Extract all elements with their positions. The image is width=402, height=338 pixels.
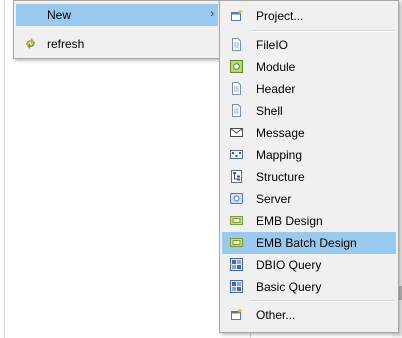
module-icon bbox=[230, 60, 243, 73]
menu-item-label: New bbox=[47, 8, 72, 22]
file-icon bbox=[232, 104, 241, 117]
basic-query-icon bbox=[230, 280, 243, 293]
menu-item-structure[interactable]: Structure bbox=[222, 166, 396, 188]
refresh-icon bbox=[26, 38, 35, 49]
menu-item-new[interactable]: New › bbox=[16, 4, 218, 26]
emb-batch-design-icon bbox=[230, 238, 243, 247]
file-icon bbox=[232, 82, 241, 95]
mapping-icon bbox=[230, 150, 243, 159]
menu-item-mapping[interactable]: Mapping bbox=[222, 144, 396, 166]
menu-item-label: FileIO bbox=[256, 38, 289, 52]
new-submenu: Project... FileIO Module Header Shell Me… bbox=[219, 0, 399, 333]
menu-item-label: Other... bbox=[256, 308, 296, 322]
menu-item-label: refresh bbox=[47, 37, 85, 51]
message-icon bbox=[230, 128, 243, 137]
menu-item-label: Basic Query bbox=[256, 280, 322, 294]
menu-item-fileio[interactable]: FileIO bbox=[222, 34, 396, 56]
context-menu: New › refresh bbox=[13, 0, 221, 59]
menu-separator bbox=[250, 300, 394, 302]
menu-item-label: Server bbox=[256, 192, 292, 206]
menu-item-header[interactable]: Header bbox=[222, 78, 396, 100]
menu-item-server[interactable]: Server bbox=[222, 188, 396, 210]
menu-item-label: DBIO Query bbox=[256, 258, 322, 272]
menu-item-label: EMB Batch Design bbox=[256, 236, 357, 250]
structure-icon bbox=[231, 170, 242, 183]
menu-item-project[interactable]: Project... bbox=[222, 5, 396, 27]
menu-item-label: Project... bbox=[256, 9, 304, 23]
background-divider bbox=[4, 0, 5, 338]
new-project-icon bbox=[231, 9, 243, 21]
server-icon bbox=[230, 193, 243, 204]
menu-item-refresh[interactable]: refresh bbox=[16, 33, 218, 55]
menu-item-basic-query[interactable]: Basic Query bbox=[222, 276, 396, 298]
menu-item-emb-design[interactable]: EMB Design bbox=[222, 210, 396, 232]
menu-item-message[interactable]: Message bbox=[222, 122, 396, 144]
menu-item-label: Shell bbox=[256, 104, 283, 118]
dbio-query-icon bbox=[230, 258, 243, 271]
menu-item-label: Message bbox=[256, 126, 305, 140]
menu-item-module[interactable]: Module bbox=[222, 56, 396, 78]
file-icon bbox=[232, 38, 241, 51]
menu-item-label: EMB Design bbox=[256, 214, 323, 228]
menu-separator bbox=[250, 30, 394, 32]
menu-item-label: Header bbox=[256, 82, 296, 96]
new-other-icon bbox=[231, 308, 243, 320]
menu-item-other[interactable]: Other... bbox=[222, 304, 396, 326]
emb-design-icon bbox=[230, 216, 243, 225]
menu-item-label: Structure bbox=[256, 170, 305, 184]
menu-item-label: Module bbox=[256, 60, 296, 74]
chevron-right-icon: › bbox=[210, 8, 214, 20]
menu-item-shell[interactable]: Shell bbox=[222, 100, 396, 122]
menu-item-dbio-query[interactable]: DBIO Query bbox=[222, 254, 396, 276]
menu-item-emb-batch-design[interactable]: EMB Batch Design bbox=[222, 232, 396, 254]
menu-item-label: Mapping bbox=[256, 148, 303, 162]
